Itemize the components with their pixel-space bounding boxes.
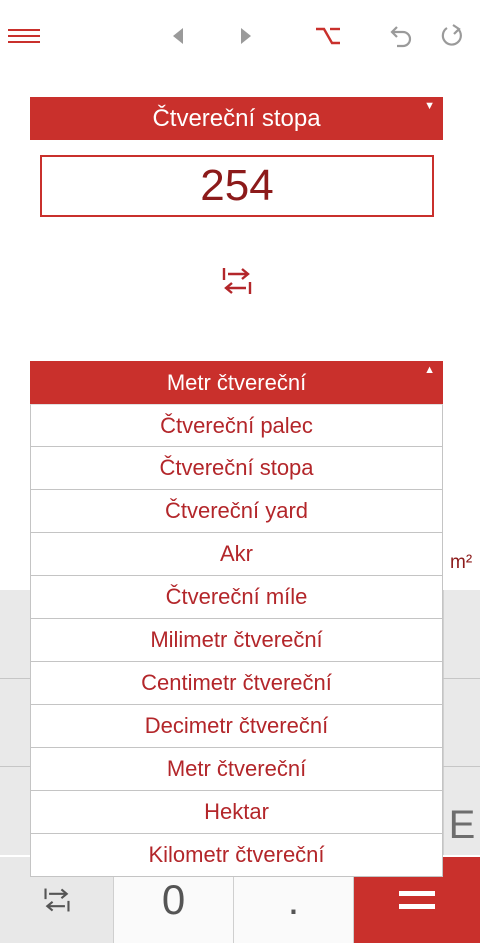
- undo-icon[interactable]: [382, 18, 418, 54]
- swap-icon: [43, 888, 70, 912]
- option-key-icon[interactable]: [310, 18, 346, 54]
- dropdown-option[interactable]: Decimetr čtvereční: [30, 705, 443, 748]
- from-unit-select[interactable]: Čtvereční stopa ▼: [30, 97, 443, 140]
- unit-dropdown-list: Čtvereční palec Čtvereční stopa Čtverečn…: [30, 404, 443, 877]
- exponent-key[interactable]: E: [444, 795, 480, 855]
- result-unit-symbol: m²: [450, 552, 473, 573]
- toolbar: [0, 0, 480, 72]
- dropdown-option[interactable]: Čtvereční yard: [30, 490, 443, 533]
- to-unit-select[interactable]: Metr čtvereční ▲: [30, 361, 443, 404]
- dropdown-option[interactable]: Metr čtvereční: [30, 748, 443, 791]
- divider: [0, 678, 30, 679]
- dropdown-option[interactable]: Čtvereční stopa: [30, 447, 443, 490]
- dropdown-option[interactable]: Hektar: [30, 791, 443, 834]
- dropdown-option[interactable]: Milimetr čtvereční: [30, 619, 443, 662]
- input-value-field[interactable]: 254: [40, 155, 434, 217]
- divider: [443, 766, 480, 767]
- swap-units-icon[interactable]: [220, 266, 254, 296]
- divider: [443, 678, 480, 679]
- caret-up-icon: ▲: [424, 364, 435, 376]
- dropdown-option[interactable]: Akr: [30, 533, 443, 576]
- from-unit-label: Čtvereční stopa: [152, 104, 321, 132]
- to-unit-label: Metr čtvereční: [166, 369, 307, 395]
- caret-down-icon: ▼: [424, 100, 435, 112]
- dropdown-option[interactable]: Čtvereční palec: [30, 404, 443, 447]
- menu-icon[interactable]: [6, 18, 42, 54]
- dropdown-option[interactable]: Centimetr čtvereční: [30, 662, 443, 705]
- arrow-right-icon[interactable]: [228, 18, 264, 54]
- input-value: 254: [200, 161, 274, 210]
- divider: [0, 766, 30, 767]
- equals-icon: [399, 891, 435, 909]
- dropdown-option[interactable]: Čtvereční míle: [30, 576, 443, 619]
- dropdown-option[interactable]: Kilometr čtvereční: [30, 834, 443, 877]
- redo-icon[interactable]: [434, 18, 470, 54]
- arrow-left-icon[interactable]: [160, 18, 196, 54]
- keypad-left-column: [0, 590, 31, 855]
